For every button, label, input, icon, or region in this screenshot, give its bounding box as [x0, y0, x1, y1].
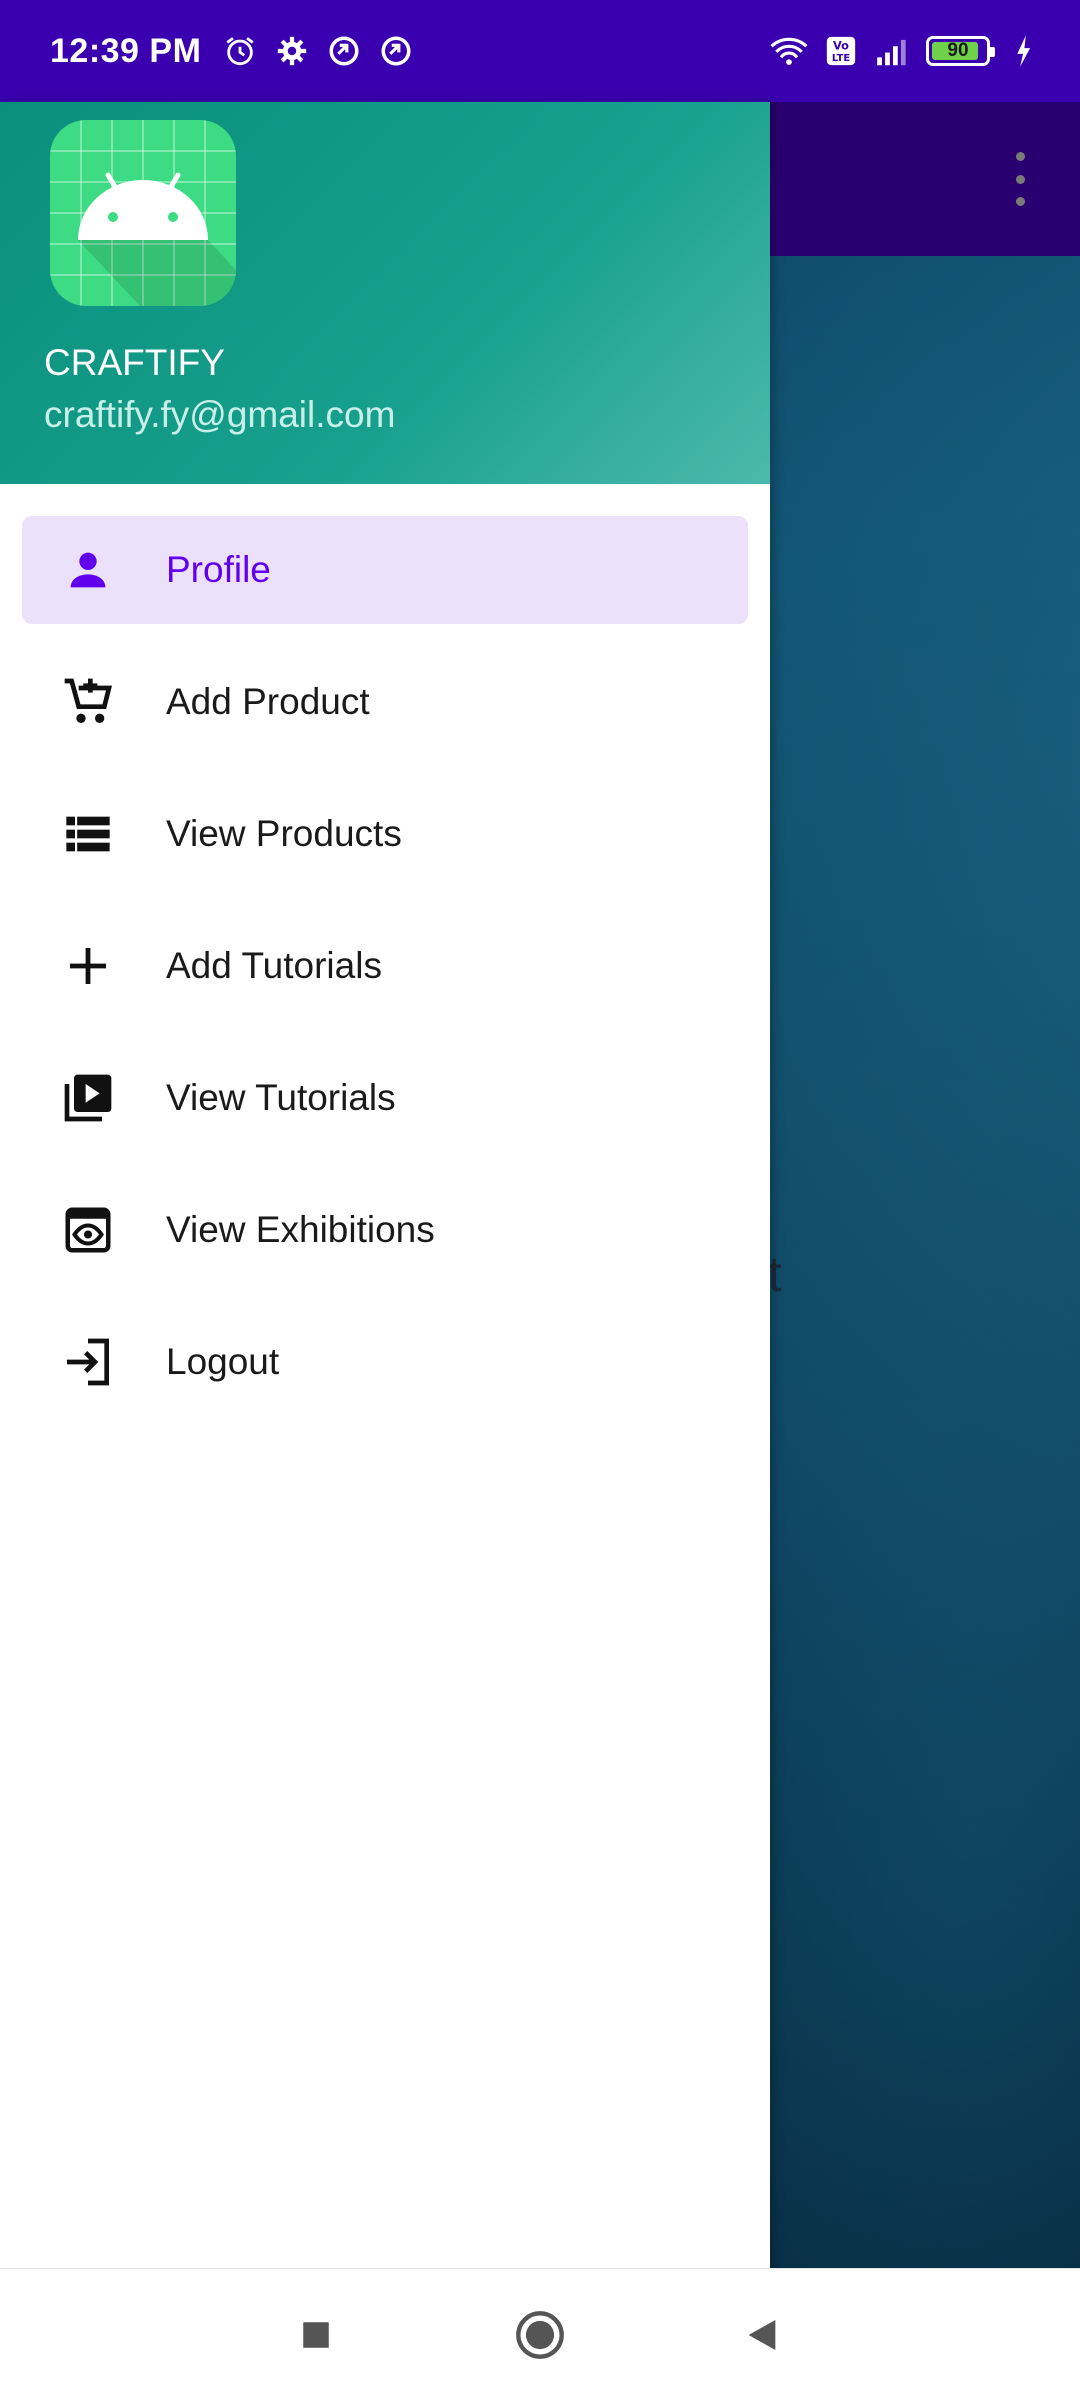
settings-icon	[273, 32, 311, 70]
login-icon	[60, 1334, 116, 1390]
drawer-item-logout[interactable]: Logout	[22, 1308, 748, 1416]
view-list-icon	[60, 806, 116, 862]
drawer-item-profile[interactable]: Profile	[22, 516, 748, 624]
svg-text:Vo: Vo	[833, 39, 849, 53]
navigation-drawer: CRAFTIFY craftify.fy@gmail.com Profile A…	[0, 102, 770, 2268]
drawer-header: CRAFTIFY craftify.fy@gmail.com	[0, 102, 770, 484]
drawer-item-add-tutorials[interactable]: Add Tutorials	[22, 912, 748, 1020]
clock: 12:39 PM	[50, 31, 202, 70]
system-nav-bar	[0, 2268, 1080, 2401]
drawer-item-view-exhibitions[interactable]: View Exhibitions	[22, 1176, 748, 1284]
sync-icon	[325, 32, 363, 70]
person-icon	[60, 542, 116, 598]
notification-icons	[221, 32, 415, 70]
drawer-item-view-tutorials[interactable]: View Tutorials	[22, 1044, 748, 1152]
system-icons: Vo LTE 90	[770, 32, 1042, 70]
battery-percent: 90	[947, 40, 969, 61]
recents-icon[interactable]	[284, 2303, 348, 2367]
charging-icon	[1004, 32, 1042, 70]
status-bar: 12:39 PM Vo LTE 90	[0, 0, 1080, 102]
drawer-item-label: Add Product	[166, 681, 370, 722]
user-email: craftify.fy@gmail.com	[44, 394, 396, 435]
svg-text:LTE: LTE	[832, 53, 850, 64]
drawer-item-label: Profile	[166, 549, 271, 590]
drawer-item-label: View Exhibitions	[166, 1209, 435, 1250]
alarm-icon	[221, 32, 259, 70]
more-vert-icon[interactable]	[1012, 152, 1028, 206]
drawer-item-label: Add Tutorials	[166, 945, 382, 986]
back-icon[interactable]	[730, 2303, 794, 2367]
drawer-item-label: Logout	[166, 1341, 280, 1382]
drawer-item-label: View Products	[166, 813, 402, 854]
sync-icon	[377, 32, 415, 70]
wifi-icon	[770, 32, 808, 70]
preview-icon	[60, 1202, 116, 1258]
drawer-item-add-product[interactable]: Add Product	[22, 648, 748, 756]
add-icon	[60, 938, 116, 994]
video-library-icon	[60, 1070, 116, 1126]
drawer-item-view-products[interactable]: View Products	[22, 780, 748, 888]
home-icon[interactable]	[508, 2303, 572, 2367]
user-name: CRAFTIFY	[44, 342, 225, 383]
drawer-item-label: View Tutorials	[166, 1077, 396, 1118]
battery-icon: 90	[926, 36, 995, 66]
android-icon	[50, 120, 236, 306]
volte-icon: Vo LTE	[822, 32, 860, 70]
signal-icon	[874, 32, 912, 70]
add-shopping-cart-icon	[60, 674, 116, 730]
